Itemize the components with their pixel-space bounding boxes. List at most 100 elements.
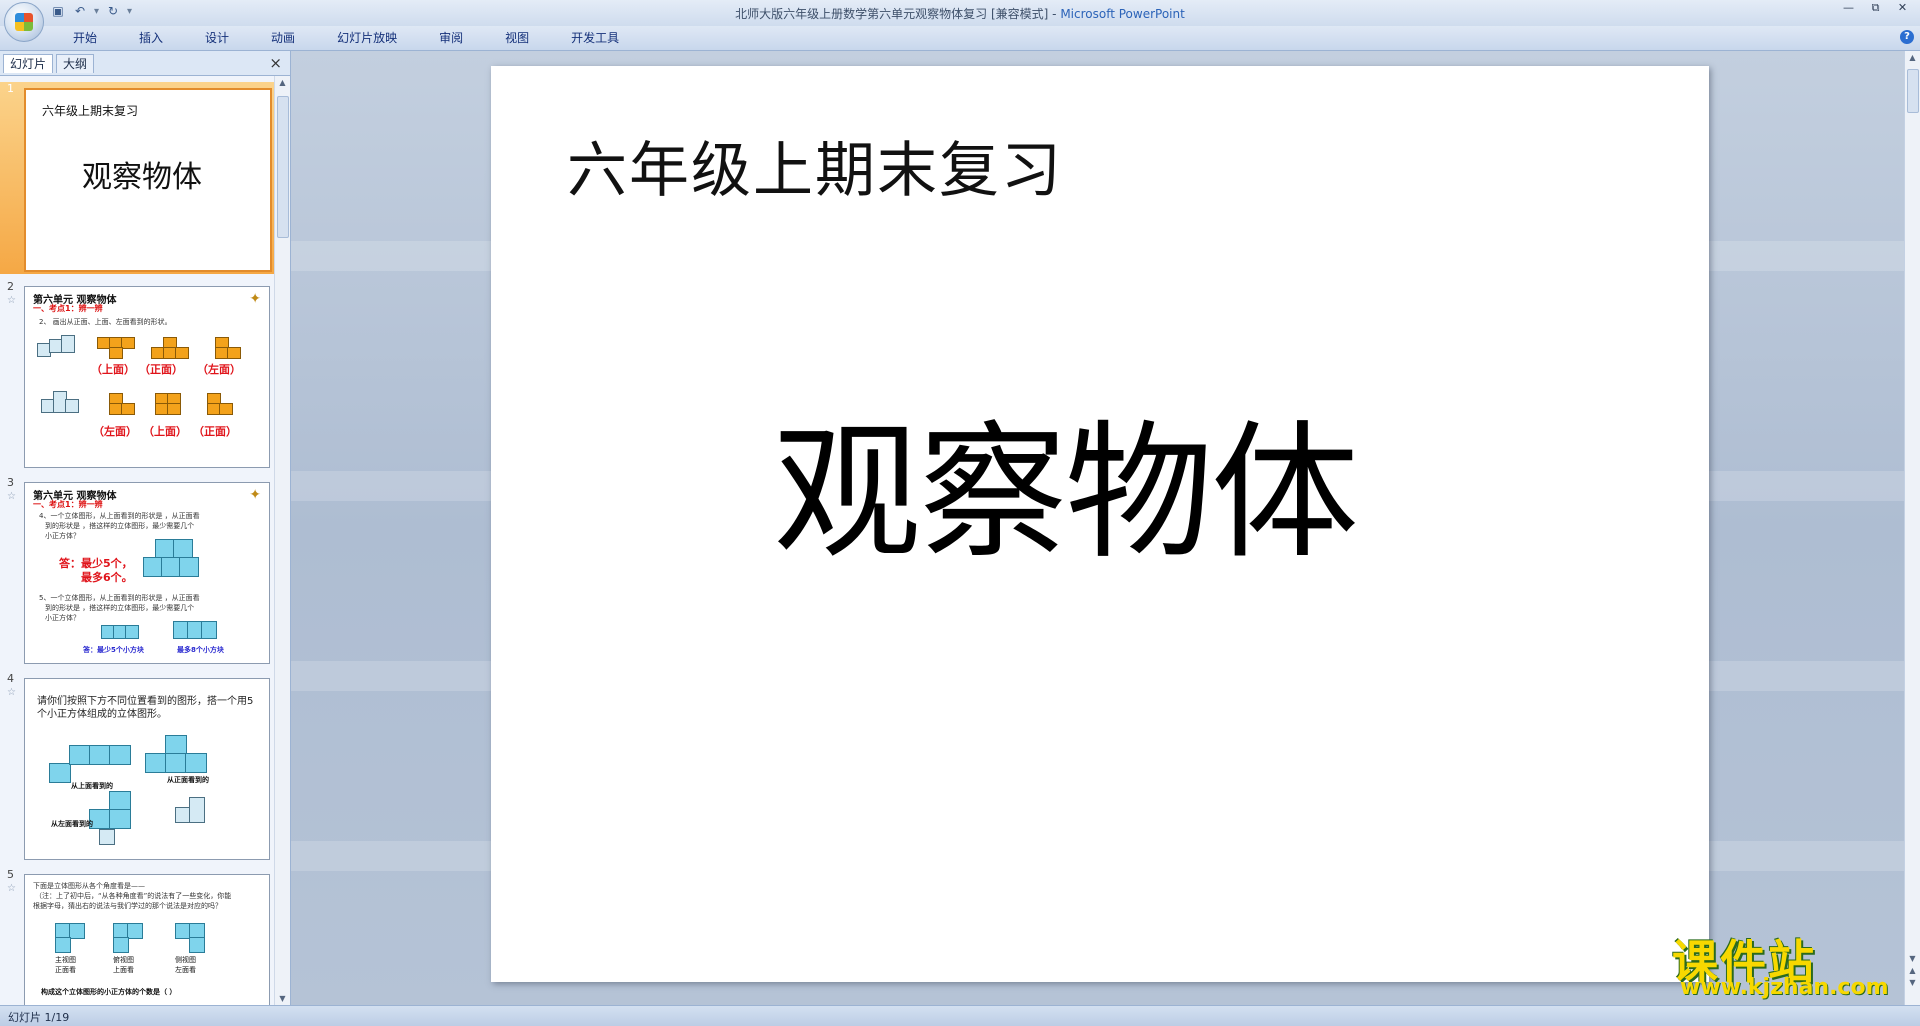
thumbnail-preview[interactable]: ✦ 第六单元 观察物体 一、考点1：辨一辨 2、 画出从正面、上面、左面看到的形…: [24, 286, 270, 468]
ribbon-tab[interactable]: 设计: [192, 30, 242, 46]
slide-thumbnail-4[interactable]: 4 ☆ 请你们按照下方不同位置看到的图形，搭一个用5个小正方体组成的立体图形。 …: [0, 672, 274, 862]
thumb-text: 4、一个立体图形，从上面看到的形状是 ，从正面看: [39, 512, 200, 520]
slide-thumbnail-1[interactable]: 1 六年级上期末复习 观察物体: [0, 82, 274, 274]
cube-figure: [143, 557, 163, 577]
thumb-text: 2、 画出从正面、上面、左面看到的形状。: [39, 318, 172, 326]
square-figure: [89, 745, 111, 765]
restore-icon[interactable]: ⧉: [1862, 0, 1889, 18]
ribbon-tab[interactable]: 插入: [126, 30, 176, 46]
square-figure: [127, 923, 143, 939]
cube-figure: [99, 829, 115, 845]
cube-figure: [189, 797, 205, 823]
slide-thumbnail-2[interactable]: 2 ☆ ✦ 第六单元 观察物体 一、考点1：辨一辨 2、 画出从正面、上面、左面…: [0, 280, 274, 470]
help-icon[interactable]: ?: [1900, 30, 1914, 44]
thumbnail-preview[interactable]: ✦ 第六单元 观察物体 一、考点1：辨一辨 4、一个立体图形，从上面看到的形状是…: [24, 482, 270, 664]
previous-slide-icon[interactable]: ▲: [1905, 965, 1920, 977]
answer-text: 最多6个。: [81, 571, 133, 584]
orange-square: [121, 403, 135, 415]
caption: 从左面看到的: [51, 820, 93, 828]
tab-slides[interactable]: 幻灯片: [3, 54, 54, 73]
status-bar: 幻灯片 1/19: [0, 1005, 1920, 1026]
cube-figure: [173, 539, 193, 559]
orange-square: [227, 347, 241, 359]
thumb-text: 请你们按照下方不同位置看到的图形，搭一个用5个小正方体组成的立体图形。: [37, 696, 254, 720]
caption: 从上面看到的: [71, 782, 113, 790]
square-figure: [69, 745, 91, 765]
thumbnail-preview[interactable]: 下面是立体图形从各个角度看是—— （注：上了初中后，“从各种角度看”的说法有了一…: [24, 874, 270, 1005]
square-figure: [49, 763, 71, 783]
ribbon-tab-bar: 开始 插入 设计 动画 幻灯片放映 审阅 视图 开发工具 ?: [0, 26, 1920, 51]
panel-tabs: 幻灯片 大纲 ×: [0, 51, 290, 76]
next-slide-icon[interactable]: ▼: [1905, 977, 1920, 989]
caption: 从正面看到的: [167, 776, 209, 784]
current-slide[interactable]: 六年级上期末复习 观察物体: [491, 66, 1709, 982]
slide-title[interactable]: 观察物体: [773, 372, 1359, 587]
scrollbar-thumb[interactable]: [1907, 69, 1919, 113]
orange-square: [121, 337, 135, 349]
slide-thumbnail-3[interactable]: 3 ☆ ✦ 第六单元 观察物体 一、考点1：辨一辨 4、一个立体图形，从上面看到…: [0, 476, 274, 666]
slide-nav-arrows: ▼ ▲ ▼: [1905, 953, 1920, 989]
thumb-subtitle: 六年级上期末复习: [42, 104, 139, 118]
thumb-text: 到的形状是 ，搭这样的立体图形，最少需要几个: [45, 604, 195, 612]
orange-square: [175, 347, 189, 359]
thumbnail-preview[interactable]: 请你们按照下方不同位置看到的图形，搭一个用5个小正方体组成的立体图形。 从上面看…: [24, 678, 270, 860]
square-figure: [109, 809, 131, 829]
question-text: 构成这个立体图形的小正方体的个数是（ ）: [41, 988, 177, 996]
square-figure: [185, 753, 207, 773]
ribbon-tab[interactable]: 动画: [258, 30, 308, 46]
square-figure: [113, 937, 129, 953]
answer-label: （左面）: [93, 425, 137, 438]
cube-figure: [155, 539, 175, 559]
orange-square: [219, 403, 233, 415]
ribbon-tab[interactable]: 幻灯片放映: [324, 30, 410, 46]
slide-counter: 幻灯片 1/19: [8, 1011, 70, 1024]
scroll-down-icon[interactable]: ▼: [275, 994, 290, 1003]
square-figure: [165, 753, 187, 773]
square-figure: [145, 753, 167, 773]
animation-star-icon: ☆: [7, 491, 16, 502]
watermark-url: www.kjzhan.com: [1680, 975, 1889, 1000]
square-figure: [189, 937, 205, 953]
slide-subtitle[interactable]: 六年级上期末复习: [567, 122, 1063, 209]
close-icon[interactable]: ✕: [1889, 0, 1916, 18]
panel-close-icon[interactable]: ×: [269, 54, 282, 72]
app-name: Microsoft PowerPoint: [1060, 7, 1185, 21]
tab-outline[interactable]: 大纲: [56, 54, 95, 73]
answer-label: （上面）: [91, 363, 135, 376]
scroll-up-icon[interactable]: ▲: [275, 78, 290, 87]
butterfly-icon: ✦: [249, 487, 261, 503]
scroll-down-icon[interactable]: ▼: [1905, 953, 1920, 965]
scroll-up-icon[interactable]: ▲: [1905, 53, 1920, 62]
ribbon-tab[interactable]: 开始: [60, 30, 110, 46]
panel-scrollbar[interactable]: ▲ ▼: [274, 76, 290, 1005]
caption: 最多8个小方块: [177, 646, 224, 654]
caption: 侧视图 左面看: [175, 956, 196, 974]
cube-figure: [61, 335, 75, 353]
thumb-text: 小正方体？: [45, 532, 80, 540]
square-figure: [165, 735, 187, 755]
caption: 答：最少5个小方块: [83, 646, 144, 654]
cube-figure: [125, 625, 139, 639]
thumb-title: 观察物体: [82, 160, 202, 195]
title-bar: ▣ ↶ ▾ ↻ ▾ 北师大版六年级上册数学第六单元观察物体复习 [兼容模式] -…: [0, 0, 1920, 42]
slide-number: 1: [7, 82, 14, 95]
window-title: 北师大版六年级上册数学第六单元观察物体复习 [兼容模式] - Microsoft…: [0, 5, 1920, 22]
slide-thumbnail-list[interactable]: 1 六年级上期末复习 观察物体 2 ☆ ✦ 第六单元 观察物体 一、考点1：辨一…: [0, 76, 274, 1005]
thumbnail-preview[interactable]: 六年级上期末复习 观察物体: [24, 88, 272, 272]
ribbon-tab[interactable]: 视图: [492, 30, 542, 46]
thumb-text: 到的形状是 ，搭这样的立体图形，最少需要几个: [45, 522, 195, 530]
ribbon-tab[interactable]: 审阅: [426, 30, 476, 46]
ribbon-tab[interactable]: 开发工具: [558, 30, 632, 46]
slide-thumbnail-5[interactable]: 5 ☆ 下面是立体图形从各个角度看是—— （注：上了初中后，“从各种角度看”的说…: [0, 868, 274, 1005]
document-title: 北师大版六年级上册数学第六单元观察物体复习 [兼容模式] -: [735, 7, 1061, 21]
cube-figure: [65, 399, 79, 413]
thumb-text: （注：上了初中后，“从各种角度看”的说法有了一些变化，你能: [35, 892, 232, 900]
minimize-icon[interactable]: —: [1835, 0, 1862, 18]
thumb-text: 5、一个立体图形，从上面看到的形状是 ，从正面看: [39, 594, 200, 602]
slide-number: 4: [7, 672, 14, 685]
office-button[interactable]: [4, 2, 44, 42]
cube-figure: [161, 557, 181, 577]
office-logo-icon: [15, 13, 33, 31]
scrollbar-thumb[interactable]: [277, 96, 289, 238]
editor-scrollbar[interactable]: ▲ ▼ ▲ ▼: [1904, 51, 1920, 1005]
